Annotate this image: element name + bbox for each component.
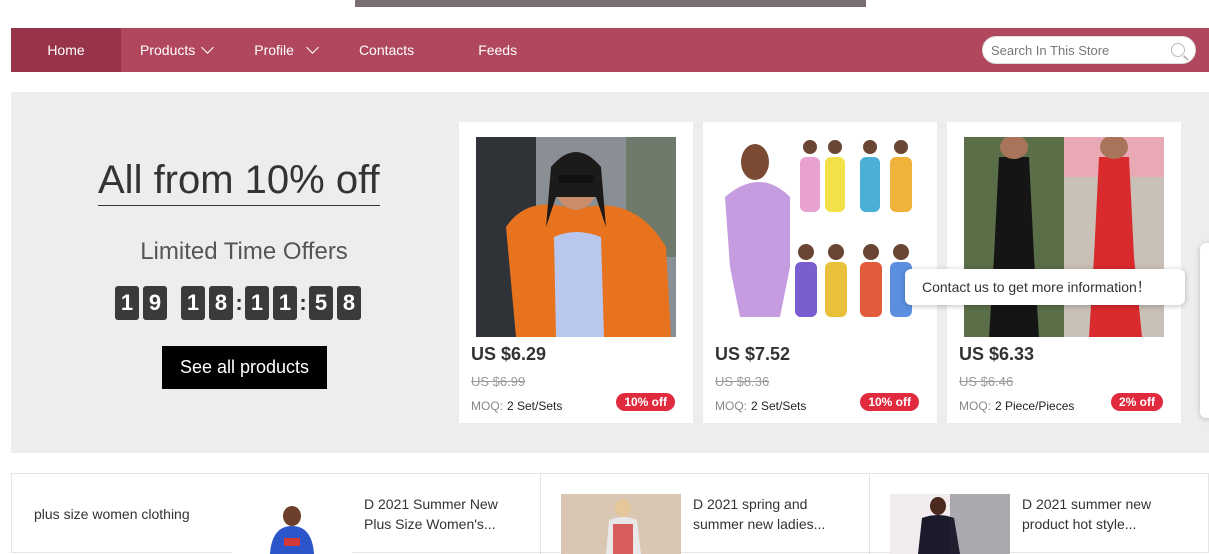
- list-item[interactable]: plus size women clothing D 2021 Summer N…: [12, 474, 541, 554]
- promo-title: All from 10% off: [98, 158, 380, 206]
- promo-subtitle: Limited Time Offers: [140, 238, 348, 265]
- countdown-digit: 1: [181, 286, 205, 320]
- product-card[interactable]: US $7.52 US $8.36 MOQ: 2 Set/Sets 10% off: [703, 122, 937, 423]
- product-old-price: US $6.99: [471, 374, 526, 389]
- top-banner-image[interactable]: [355, 0, 866, 7]
- product-image[interactable]: [476, 137, 676, 337]
- countdown-digit: 8: [337, 286, 361, 320]
- discount-badge: 2% off: [1111, 393, 1163, 411]
- discount-badge: 10% off: [616, 393, 675, 411]
- product-price: US $6.29: [471, 344, 547, 364]
- product-moq: MOQ: 2 Piece/Pieces: [959, 399, 1074, 413]
- nav-home[interactable]: Home: [11, 28, 121, 72]
- item-title: D 2021 spring and summer new ladies...: [693, 494, 825, 534]
- store-search: [982, 36, 1196, 64]
- countdown-digit: 1: [245, 286, 269, 320]
- moq-value: 2 Set/Sets: [507, 399, 563, 413]
- product-moq: MOQ: 2 Set/Sets: [471, 399, 562, 413]
- product-old-price: US $8.36: [715, 374, 770, 389]
- nav-contacts-label: Contacts: [358, 42, 415, 58]
- countdown-digit: 8: [209, 286, 233, 320]
- discount-badge: 10% off: [860, 393, 919, 411]
- moq-value: 2 Set/Sets: [751, 399, 807, 413]
- item-title-line: D 2021 Summer New: [364, 496, 498, 512]
- main-nav: Home Products Profile Contacts Feeds: [11, 28, 1209, 72]
- nav-contacts[interactable]: Contacts: [359, 28, 414, 72]
- item-title-line: product hot style...: [1022, 516, 1137, 532]
- product-image[interactable]: [720, 137, 920, 337]
- product-card[interactable]: US $6.29 US $6.99 MOQ: 2 Set/Sets 10% off: [459, 122, 693, 423]
- countdown-separator: :: [299, 290, 307, 315]
- search-input[interactable]: [991, 42, 1161, 58]
- product-thumbnail[interactable]: [561, 494, 681, 554]
- product-old-price: US $6.46: [959, 374, 1014, 389]
- item-title: D 2021 summer new product hot style...: [1022, 494, 1151, 534]
- product-moq: MOQ: 2 Set/Sets: [715, 399, 806, 413]
- countdown-digit: 5: [309, 286, 333, 320]
- nav-products[interactable]: Products: [140, 28, 215, 72]
- chevron-down-icon: [306, 41, 319, 54]
- nav-profile-label: Profile: [254, 42, 294, 58]
- nav-feeds[interactable]: Feeds: [478, 28, 517, 72]
- see-all-products-button[interactable]: See all products: [162, 346, 327, 389]
- nav-feeds-label: Feeds: [478, 42, 518, 58]
- product-thumbnail[interactable]: [232, 494, 352, 554]
- countdown-separator: :: [235, 290, 243, 315]
- list-item[interactable]: D 2021 spring and summer new ladies...: [541, 474, 870, 554]
- countdown-digit: 1: [273, 286, 297, 320]
- item-title: D 2021 Summer New Plus Size Women's...: [364, 494, 498, 534]
- item-title-line: summer new ladies...: [693, 516, 826, 532]
- item-title-line: D 2021 summer new: [1022, 496, 1152, 512]
- product-thumbnail[interactable]: [890, 494, 1010, 554]
- item-title-line: Plus Size Women's...: [364, 516, 496, 532]
- product-image[interactable]: [964, 137, 1164, 337]
- countdown-timer: 1 9 1 8 : 1 1 : 5 8: [115, 286, 365, 320]
- nav-products-label: Products: [140, 42, 196, 58]
- side-contact-panel[interactable]: [1200, 243, 1209, 418]
- chevron-down-icon: [201, 41, 215, 54]
- nav-home-label: Home: [47, 42, 85, 58]
- nav-profile[interactable]: Profile: [254, 28, 319, 72]
- search-icon[interactable]: [1171, 43, 1185, 57]
- moq-value: 2 Piece/Pieces: [995, 399, 1075, 413]
- product-price: US $7.52: [715, 344, 791, 364]
- countdown-digit: 1: [115, 286, 139, 320]
- item-title-line: D 2021 spring and: [693, 496, 808, 512]
- product-price: US $6.33: [959, 344, 1035, 364]
- moq-label: MOQ:: [959, 399, 991, 413]
- list-item[interactable]: D 2021 summer new product hot style...: [870, 474, 1209, 554]
- countdown-digit: 9: [143, 286, 167, 320]
- contact-tooltip: Contact us to get more information！: [905, 269, 1185, 305]
- moq-label: MOQ:: [471, 399, 503, 413]
- category-label: plus size women clothing: [34, 506, 190, 522]
- moq-label: MOQ:: [715, 399, 747, 413]
- bottom-product-strip: plus size women clothing D 2021 Summer N…: [11, 473, 1209, 554]
